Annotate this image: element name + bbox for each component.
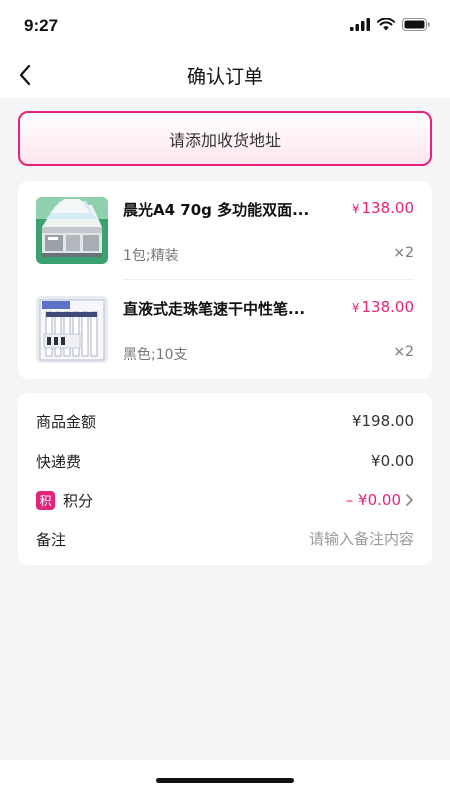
shipping-value: ¥0.00 [371,452,414,470]
product-price: ¥138.00 [351,298,414,316]
note-label: 备注 [36,530,67,549]
goods-amount-label: 商品金额 [36,412,97,431]
cellular-signal-icon [350,18,370,31]
product-quantity: ×2 [393,245,414,261]
wifi-icon [377,18,395,31]
product-title: 直液式走珠笔速干中性笔... [123,300,306,318]
page-title: 确认订单 [186,66,263,88]
chevron-right-icon [406,494,413,506]
status-time: 9:27 [24,16,59,35]
order-summary: 商品金额 ¥198.00 快递费 ¥0.00 积 积分 – ¥0.00 备注 [18,393,432,565]
product-spec: 黑色;10支 [123,347,188,363]
points-value: – ¥0.00 [345,491,401,509]
navigation-bar: 确认订单 [0,52,450,98]
paper-box-icon [36,197,108,264]
product-price: ¥138.00 [351,199,414,217]
product-thumbnail [36,197,108,264]
points-label: 积分 [63,491,94,510]
points-badge-icon: 积 [36,490,55,510]
goods-amount-row: 商品金额 ¥198.00 [36,409,414,433]
product-quantity: ×2 [393,344,414,360]
points-label-group: 积 积分 [36,490,93,511]
product-list: 晨光A4 70g 多功能双面... ¥138.00 1包;精装 ×2 直液式走珠… [18,181,432,379]
note-row: 备注 [36,527,414,551]
note-input[interactable] [214,530,414,548]
points-row[interactable]: 积 积分 – ¥0.00 [36,488,414,512]
status-icons [350,18,430,31]
shipping-row: 快递费 ¥0.00 [36,449,414,473]
product-spec: 1包;精装 [123,248,179,264]
status-bar: 9:27 [0,0,450,52]
points-value-group[interactable]: – ¥0.00 [346,491,414,509]
pen-pack-icon [36,296,108,363]
product-item[interactable]: 直液式走珠笔速干中性笔... ¥138.00 黑色;10支 ×2 [18,280,432,379]
product-thumbnail [36,296,108,363]
product-item[interactable]: 晨光A4 70g 多功能双面... ¥138.00 1包;精装 ×2 [18,181,432,280]
add-address-label: 请添加收货地址 [168,130,281,150]
product-title: 晨光A4 70g 多功能双面... [123,201,310,219]
shipping-label: 快递费 [36,452,82,471]
add-address-button[interactable]: 请添加收货地址 [18,111,432,166]
goods-amount-value: ¥198.00 [351,412,414,430]
battery-icon [402,18,430,31]
home-indicator[interactable] [156,778,294,783]
